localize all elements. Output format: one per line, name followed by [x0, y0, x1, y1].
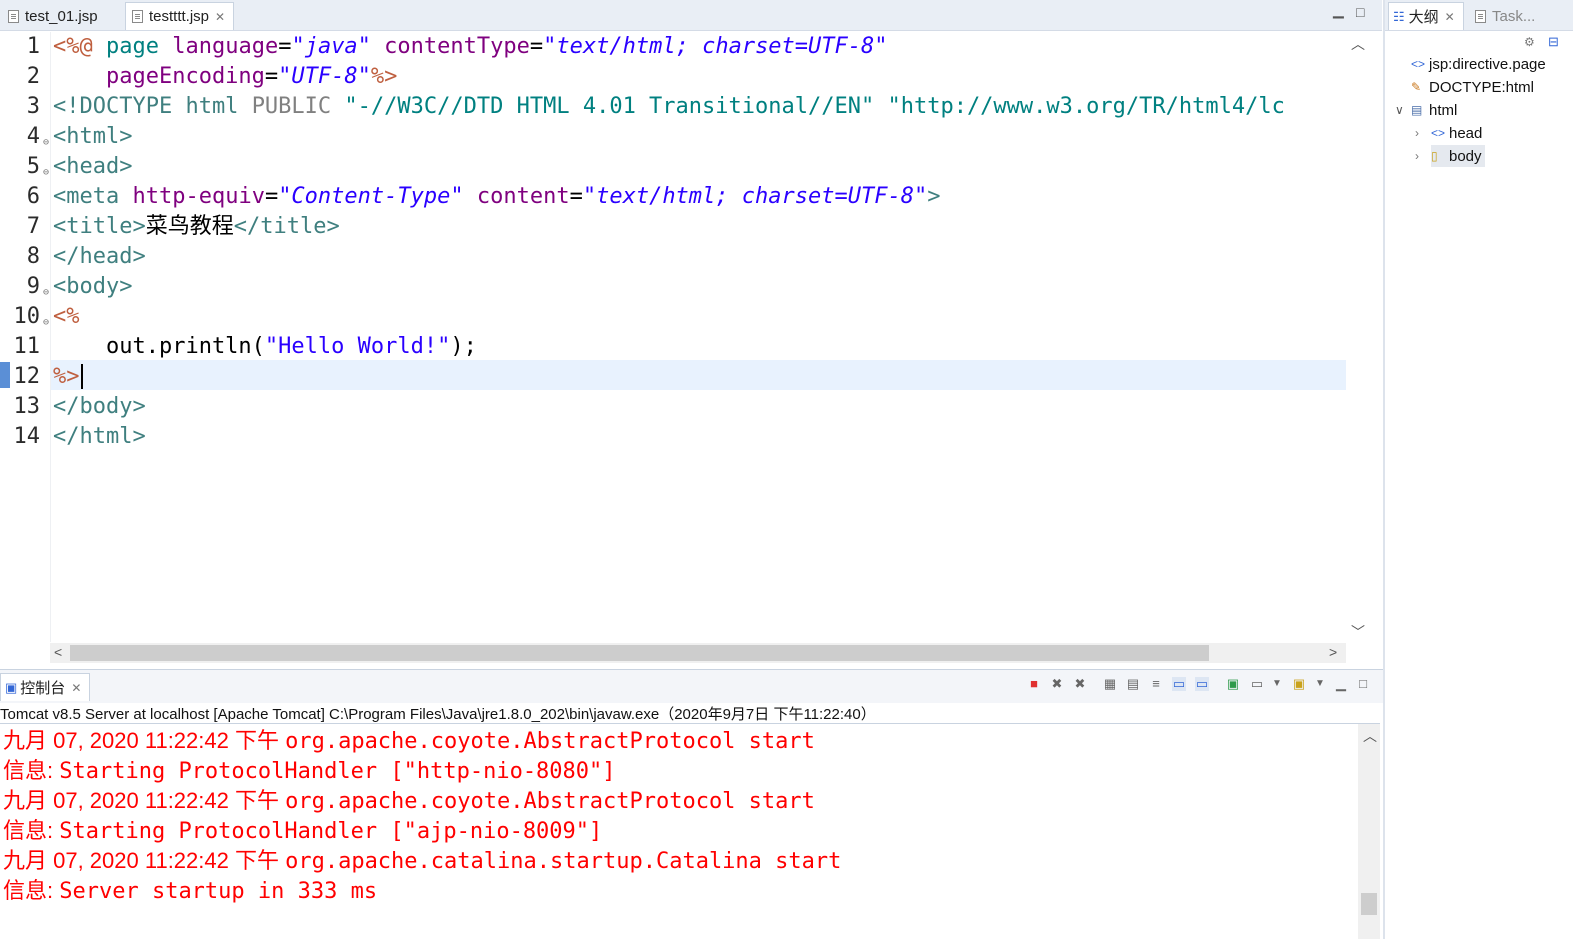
code-line-11: out.println("Hello World!"); [53, 334, 477, 359]
console-launch-label: Tomcat v8.5 Server at localhost [Apache … [0, 703, 1380, 724]
console-line: 信息: Starting ProtocolHandler ["ajp-nio-8… [3, 818, 603, 844]
line-number: 13 [13, 394, 41, 419]
code-line-2: pageEncoding="UTF-8"%> [53, 64, 398, 89]
scroll-up-icon[interactable]: ︿ [1351, 34, 1365, 54]
line-number: 3 [26, 94, 40, 119]
open-console-icon[interactable]: ▣ [1292, 677, 1306, 691]
code-line-6: <meta http-equiv="Content-Type" content=… [53, 184, 941, 209]
word-wrap-icon[interactable]: ≡ [1149, 677, 1163, 691]
tab-console[interactable]: ▣ 控制台 ✕ [0, 673, 91, 701]
code-line-14: </html> [53, 424, 146, 449]
line-number: 9 [26, 274, 40, 299]
chevron-right-icon[interactable]: › [1415, 126, 1431, 140]
remove-launch-icon[interactable]: ✖ [1050, 677, 1064, 691]
minimize-icon[interactable]: ▁ [1333, 2, 1344, 19]
scroll-lock-icon[interactable]: ▤ [1126, 677, 1140, 691]
console-line: 信息: Server startup in 333 ms [3, 878, 378, 904]
line-number: 8 [26, 244, 40, 269]
pane-divider[interactable] [1383, 0, 1385, 939]
chevron-down-icon[interactable]: ▼ [1313, 677, 1327, 691]
line-number: 12 [13, 364, 41, 389]
outline-tab-bar: ☷ 大纲 ✕ Task... [1385, 0, 1573, 31]
console-line: 九月 07, 2020 11:22:42 下午 org.apache.coyot… [3, 788, 815, 814]
outline-icon: ☷ [1393, 8, 1405, 24]
outline-item-html[interactable]: ∨ ▤ html [1395, 99, 1457, 121]
scroll-up-icon[interactable]: ︿ [1363, 726, 1377, 746]
tag-icon: <> [1411, 57, 1426, 71]
code-line-4: <html> [53, 124, 133, 149]
tab-task-list[interactable]: Task... [1469, 2, 1543, 30]
scroll-right-icon[interactable]: > [1329, 644, 1337, 660]
line-number: 4 [26, 124, 40, 149]
console-line: 九月 07, 2020 11:22:42 下午 org.apache.coyot… [3, 728, 815, 754]
maximize-icon[interactable]: □ [1356, 677, 1370, 691]
line-number: 5 [26, 154, 40, 179]
tab-outline[interactable]: ☷ 大纲 ✕ [1388, 2, 1464, 30]
show-on-stdout-icon[interactable]: ▭ [1172, 677, 1186, 691]
console-line: 信息: Starting ProtocolHandler ["http-nio-… [3, 758, 616, 784]
code-line-3: <!DOCTYPE html PUBLIC "-//W3C//DTD HTML … [53, 94, 1285, 119]
show-on-stderr-icon[interactable]: ▭ [1195, 677, 1209, 691]
sort-icon[interactable]: ⚙ [1524, 35, 1535, 49]
maximize-icon[interactable]: □ [1356, 4, 1364, 20]
chevron-down-icon[interactable]: ∨ [1395, 103, 1411, 117]
tab-testttt-jsp[interactable]: testttt.jsp ✕ [125, 2, 235, 30]
line-number: 11 [13, 334, 41, 359]
pin-console-icon[interactable]: ▣ [1226, 677, 1240, 691]
line-number: 2 [26, 64, 40, 89]
jsp-file-icon [8, 9, 19, 23]
jsp-file-icon [132, 10, 143, 23]
line-number: 6 [26, 184, 40, 209]
code-line-8: </head> [53, 244, 146, 269]
horizontal-scroll-thumb[interactable] [70, 645, 1209, 661]
task-list-icon [1475, 9, 1486, 23]
editor-vertical-scrollbar[interactable]: ︿ ﹀ [1346, 32, 1368, 644]
current-line-marker [0, 362, 10, 388]
selected-item-highlight: ▯ body [1431, 145, 1485, 167]
vertical-scroll-thumb[interactable] [1361, 893, 1377, 915]
text-cursor [80, 364, 96, 389]
tab-label: test_01.jsp [25, 7, 98, 25]
console-icon: ▣ [5, 679, 18, 695]
code-line-1: <%@ page language="java" contentType="te… [53, 34, 888, 59]
console-line: 九月 07, 2020 11:22:42 下午 org.apache.catal… [3, 848, 842, 874]
tab-test-01-jsp[interactable]: test_01.jsp [2, 2, 106, 30]
line-number: 7 [26, 214, 40, 239]
scroll-left-icon[interactable]: < [54, 644, 62, 660]
doctype-icon: ✎ [1411, 80, 1422, 94]
tab-label: testttt.jsp [149, 8, 210, 25]
remove-all-icon[interactable]: ✖ [1073, 677, 1087, 691]
minimize-icon[interactable]: ▁ [1334, 677, 1348, 691]
scroll-down-icon[interactable]: ﹀ [1351, 622, 1365, 642]
terminate-icon[interactable]: ■ [1027, 677, 1041, 691]
tag-icon: <> [1431, 126, 1446, 140]
code-line-5: <head> [53, 154, 133, 179]
code-line-9: <body> [53, 274, 133, 299]
chevron-right-icon[interactable]: › [1415, 149, 1431, 163]
clear-console-icon[interactable]: ▦ [1103, 677, 1117, 691]
collapse-all-icon[interactable]: ⊟ [1548, 34, 1559, 50]
body-icon: ▯ [1431, 149, 1438, 163]
display-console-icon[interactable]: ▭ [1250, 677, 1264, 691]
outline-item-directive[interactable]: <> jsp:directive.page [1411, 53, 1546, 75]
line-number: 10 [13, 304, 41, 329]
code-line-12: %> [53, 362, 96, 392]
current-line-highlight [51, 360, 1346, 390]
editor-tab-bar: test_01.jsp testttt.jsp ✕ ▁ □ [0, 0, 1382, 31]
outline-item-body[interactable]: › ▯ body [1415, 145, 1485, 167]
chevron-down-icon[interactable]: ▼ [1270, 677, 1284, 691]
document-icon: ▤ [1411, 103, 1423, 117]
code-line-13: </body> [53, 394, 146, 419]
code-line-7: <title>菜鸟教程</title> [53, 214, 340, 239]
line-number: 1 [26, 34, 40, 59]
code-line-10: <% [53, 304, 80, 329]
close-icon[interactable]: ✕ [71, 681, 81, 695]
line-number: 14 [13, 424, 41, 449]
close-icon[interactable]: ✕ [215, 10, 225, 24]
close-icon[interactable]: ✕ [1445, 10, 1455, 24]
outline-item-head[interactable]: › <> head [1415, 122, 1482, 144]
outline-item-doctype[interactable]: ✎ DOCTYPE:html [1411, 76, 1534, 98]
